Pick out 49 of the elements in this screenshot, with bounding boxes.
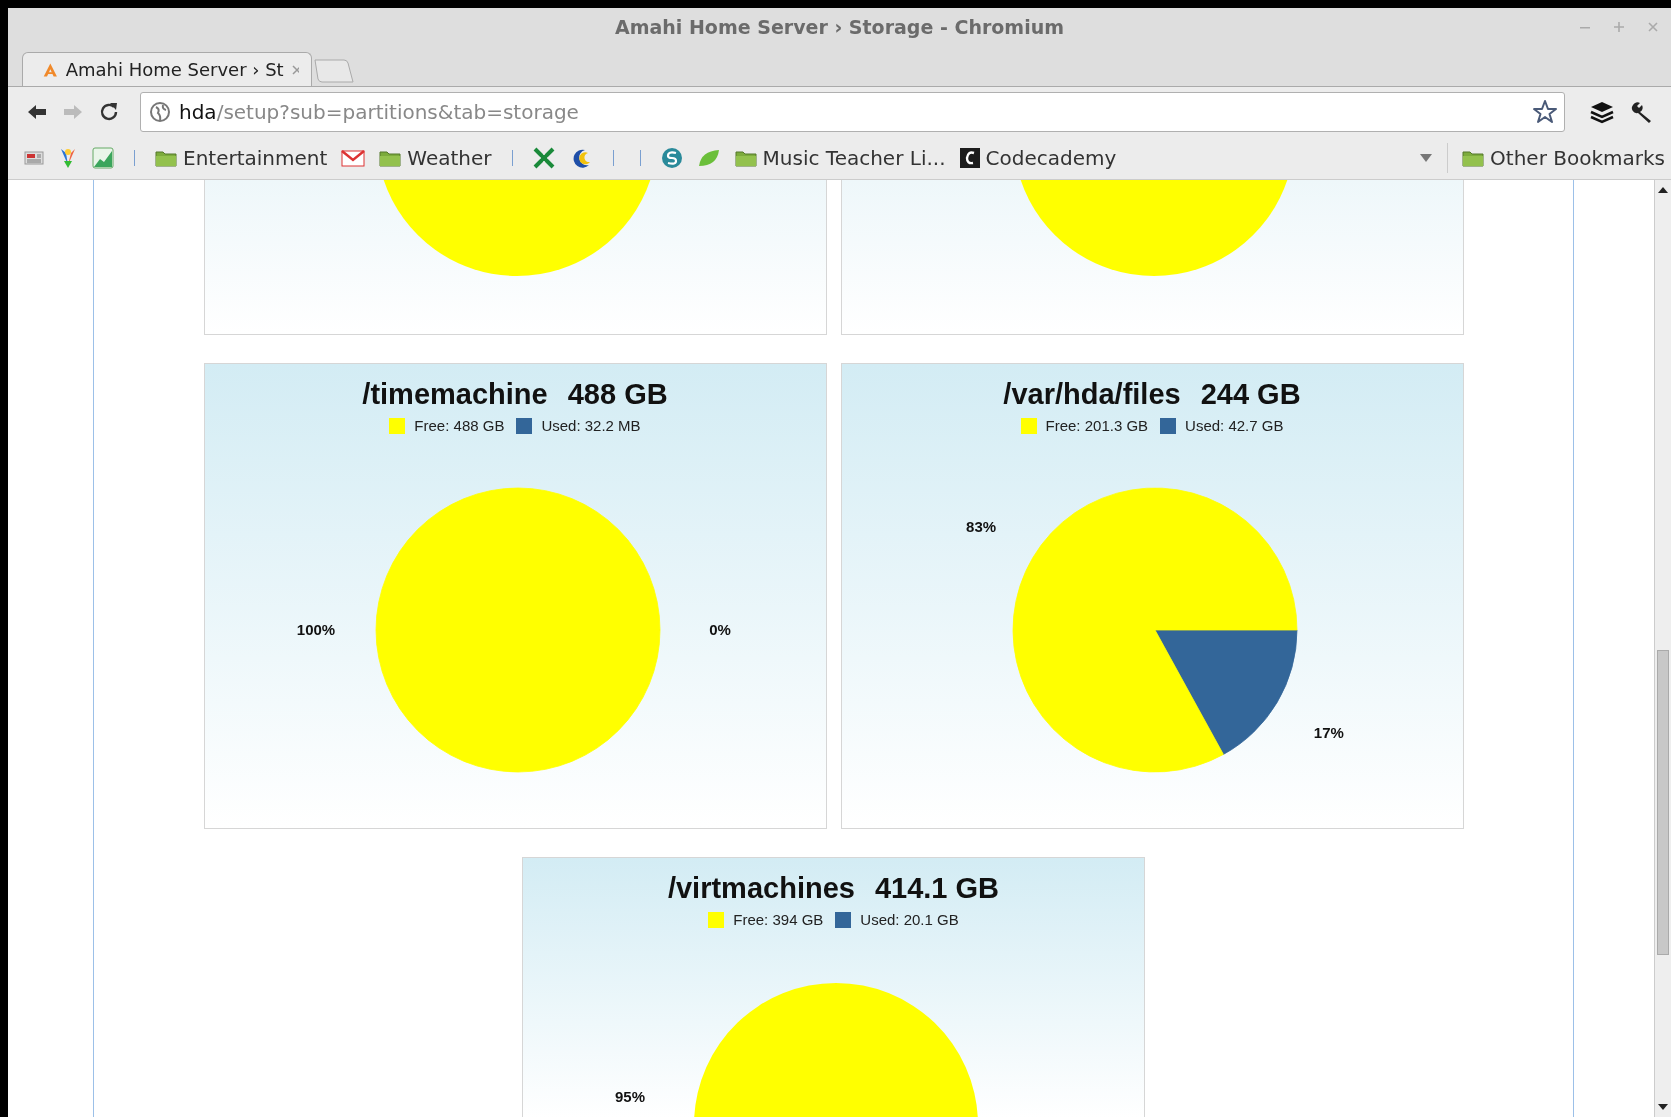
- globe-icon: [149, 101, 171, 123]
- legend-swatch: [516, 417, 533, 434]
- legend-label: Used: 20.1 GB: [860, 911, 959, 928]
- s-circle-icon[interactable]: [660, 147, 683, 169]
- legend-label: Free: 394 GB: [733, 911, 824, 928]
- legend-swatch: [1160, 417, 1177, 434]
- star-icon[interactable]: [1532, 99, 1558, 125]
- mount-path: /var/hda/files: [1003, 378, 1181, 411]
- scrollbar-thumb[interactable]: [1657, 650, 1669, 955]
- bookmark-folder[interactable]: Weather: [379, 146, 492, 170]
- legend-swatch: [1020, 417, 1037, 434]
- bookmark-folder[interactable]: Other Bookmarks: [1462, 146, 1665, 170]
- folder-icon: [379, 149, 402, 167]
- percent-label: 100%: [296, 621, 335, 638]
- percent-label: 17%: [1313, 723, 1344, 741]
- legend-label: Used: 32.2 MB: [541, 417, 641, 434]
- bookmark-folder[interactable]: Entertainment: [155, 146, 328, 170]
- close-icon[interactable]: [291, 64, 299, 75]
- folder-icon: [734, 149, 757, 167]
- legend-label: Free: 201.3 GB: [1045, 417, 1149, 434]
- news-icon[interactable]: [24, 149, 44, 167]
- legend-label: Used: 42.7 GB: [1185, 417, 1284, 434]
- dropdown-caret-icon[interactable]: [1419, 153, 1434, 163]
- back-arrow-icon[interactable]: [26, 102, 48, 122]
- site-logo-icon: [959, 148, 980, 168]
- window-title: Amahi Home Server › Storage - Chromium: [615, 16, 1064, 38]
- folder-icon: [155, 149, 177, 167]
- percent-label: 95%: [615, 1088, 645, 1105]
- leaf-icon[interactable]: [696, 148, 721, 168]
- browser-tab[interactable]: Amahi Home Server › St: [22, 52, 312, 86]
- bookmark-folder[interactable]: Music Teacher Li...: [734, 146, 946, 170]
- legend-swatch: [389, 417, 406, 434]
- cross-icon[interactable]: [532, 147, 555, 169]
- mount-path: /virtmachines: [667, 872, 855, 905]
- size-label: 488 GB: [567, 378, 668, 411]
- scrollbar[interactable]: [1654, 180, 1671, 1117]
- chart-icon[interactable]: [92, 147, 114, 169]
- reload-icon[interactable]: [98, 101, 120, 123]
- percent-label: 0%: [708, 621, 731, 638]
- percent-label: 83%: [965, 518, 996, 536]
- size-label: 244 GB: [1200, 378, 1301, 411]
- address-bar[interactable]: hda/setup?sub=partitions&tab=storage: [140, 92, 1565, 132]
- stacked-layers-icon[interactable]: [1589, 100, 1615, 124]
- size-label: 414.1 GB: [874, 872, 1000, 905]
- mount-path: /timemachine: [362, 378, 548, 411]
- folder-icon: [1462, 149, 1485, 167]
- bookmark-link[interactable]: Codecademy: [959, 146, 1117, 170]
- gmail-icon[interactable]: [341, 149, 366, 167]
- legend-label: Free: 488 GB: [414, 417, 505, 434]
